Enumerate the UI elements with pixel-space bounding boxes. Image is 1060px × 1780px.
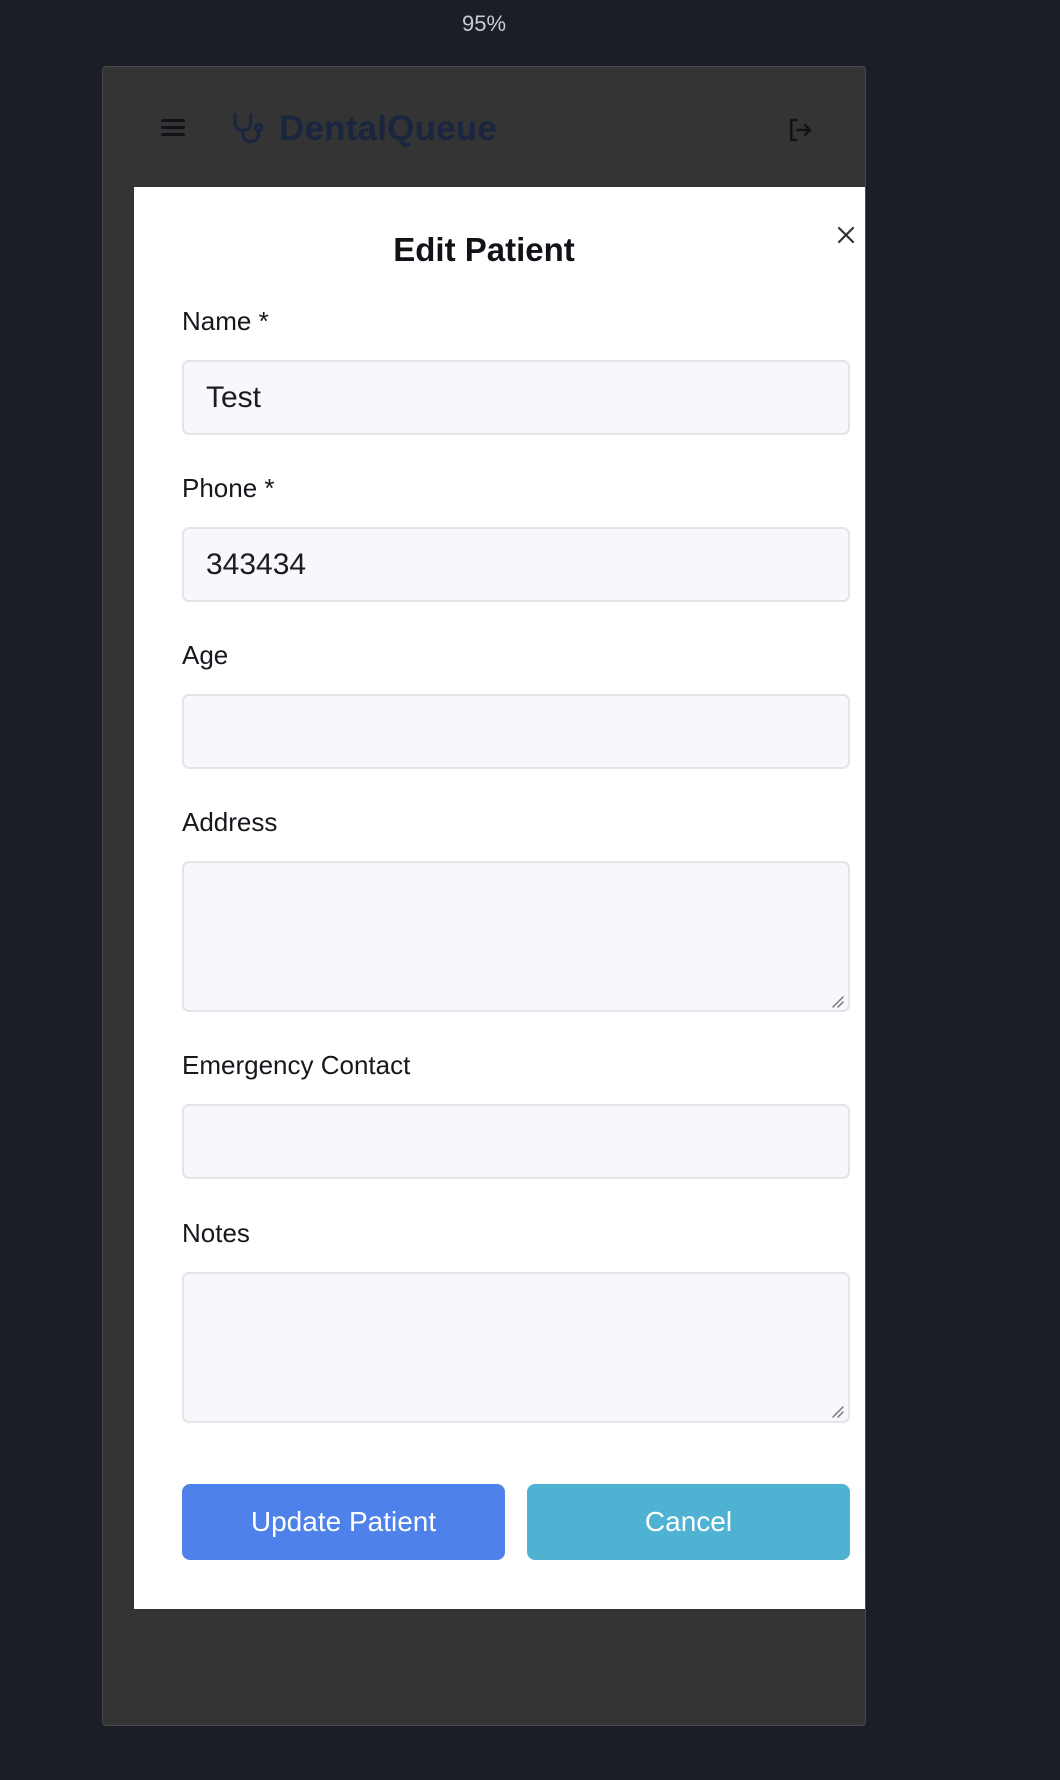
app-header: DentalQueue [103,67,865,187]
cancel-button[interactable]: Cancel [527,1484,850,1560]
address-label: Address [182,807,278,837]
emergency-contact-input[interactable] [182,1104,850,1179]
zoom-level: 95% [461,11,507,36]
logout-icon[interactable] [785,115,815,145]
phone-input[interactable] [182,527,850,602]
brand[interactable]: DentalQueue [227,107,497,151]
modal-title: Edit Patient [393,231,575,268]
update-patient-button[interactable]: Update Patient [182,1484,505,1560]
brand-name: DentalQueue [279,109,498,148]
age-label: Age [182,640,229,670]
notes-resize-handle[interactable] [829,1403,845,1419]
notes-label: Notes [182,1218,250,1248]
name-label: Name * [182,306,269,336]
hamburger-menu-icon[interactable] [161,119,185,139]
edit-patient-modal: Edit Patient Name * Phone * Age Address … [134,187,865,1609]
emergency-contact-label: Emergency Contact [182,1050,411,1080]
stethoscope-icon [233,113,264,144]
phone-label: Phone * [182,473,275,503]
address-resize-handle[interactable] [829,993,845,1009]
close-icon[interactable] [834,223,858,247]
notes-textarea[interactable] [182,1272,850,1423]
age-input[interactable] [182,694,850,769]
name-input[interactable] [182,360,850,435]
address-textarea[interactable] [182,861,850,1012]
